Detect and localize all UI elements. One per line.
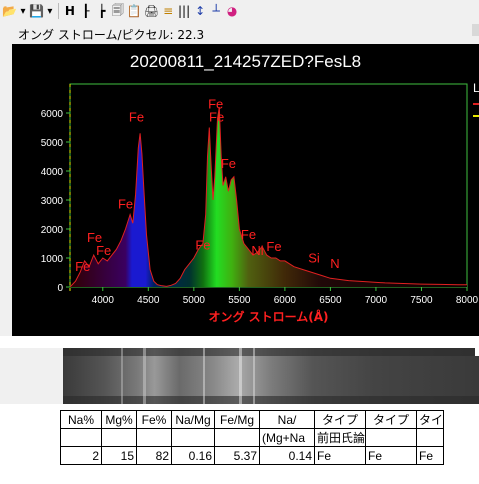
table-header-row: Na%Mg%Fe%Na/MgFe/MgNa/タイプタイプタイプ [60, 410, 444, 429]
chart-svg: 0 1000 2000 3000 4000 5000 6000 4000 4500 5000 550… [41, 81, 479, 324]
results-table: Na%Mg%Fe%Na/MgFe/MgNa/タイプタイプタイプ (Mg+Na前田… [60, 410, 444, 465]
table-cell: 5.37 [214, 446, 260, 465]
column-header [136, 428, 172, 447]
y-tick-label: 1000 [41, 254, 64, 265]
toolbar: 📂 ▾ 💾 ▾ H ┠ ┢ 🗐 📋 🖨 ≡ ||| ↕ ┴ ◕ [0, 0, 479, 22]
x-tick-label: 7500 [410, 295, 433, 306]
annotation-label: Ni [251, 243, 263, 258]
x-tick-label: 6500 [319, 295, 342, 306]
save-icon[interactable]: 💾 [29, 2, 44, 20]
table-subheader-row: (Mg+Na前田氏論文 [60, 428, 444, 447]
annotation-label: Fe [118, 197, 133, 212]
column-header [60, 428, 102, 447]
column-header: 前田氏論文 [314, 428, 366, 447]
annotation-label: Fe [96, 243, 111, 258]
column-header: Fe/Mg [214, 410, 260, 429]
paste-icon[interactable]: 📋 [127, 2, 142, 20]
x-axis-label: オング ストローム(Å) [208, 309, 328, 324]
h-marker-icon[interactable]: H [63, 2, 77, 20]
x-tick-label: 5500 [228, 295, 251, 306]
x-tick-label: 8000 [456, 295, 479, 306]
column-header: タイプ [314, 410, 366, 429]
angstrom-per-pixel-label: オング ストローム/ピクセル: 22.3 [18, 28, 205, 42]
column-header: Fe% [136, 410, 172, 429]
legend-label: L [473, 81, 479, 95]
spectrum-plot: 20200811_214257ZED?FesL8 0 1000 2000 3000 40… [12, 44, 479, 336]
column-header [416, 428, 444, 447]
annotation-label: Si [308, 250, 320, 265]
column-header [101, 428, 137, 447]
copy-icon[interactable]: 🗐 [111, 2, 125, 20]
table-row: 2 15 82 0.16 5.37 0.14 Fe Fe Fe [60, 446, 444, 465]
x-tick-label: 6000 [274, 295, 297, 306]
annotation-label: Fe [241, 227, 256, 242]
table-cell: 15 [101, 446, 137, 465]
baseline-icon[interactable]: ┴ [209, 2, 223, 20]
x-tick-label: 7000 [365, 295, 388, 306]
save-dropdown-icon[interactable]: ▾ [46, 2, 54, 20]
column-header [365, 428, 417, 447]
vertical-range-icon[interactable]: ↕ [193, 2, 207, 20]
column-header: Na/ [259, 410, 315, 429]
annotation-label: Fe [209, 110, 224, 125]
open-dropdown-icon[interactable]: ▾ [19, 2, 27, 20]
y-tick-label: 4000 [41, 167, 64, 178]
calibrate-icon[interactable]: ≡ [161, 2, 175, 20]
y-tick-label: 0 [57, 283, 63, 294]
toolbar-separator [57, 3, 59, 19]
x-tick-label: 5000 [183, 295, 206, 306]
table-cell: 0.14 [259, 446, 315, 465]
table-cell: 0.16 [171, 446, 215, 465]
column-header [214, 428, 260, 447]
table-cell: 2 [60, 446, 102, 465]
annotation-label: Fe [75, 259, 90, 274]
x-tick-label: 4000 [92, 295, 115, 306]
bars-icon[interactable]: ||| [177, 2, 191, 20]
table-cell: Fe [314, 446, 366, 465]
scrollbar-stub[interactable] [472, 24, 479, 36]
spectrum-image [63, 348, 479, 404]
column-header: Na/Mg [171, 410, 215, 429]
peak-mark-icon[interactable]: ┠ [79, 2, 93, 20]
column-header: タイプ [365, 410, 417, 429]
annotation-label: Fe [266, 239, 281, 254]
y-tick-label: 6000 [41, 109, 64, 120]
line-split-icon[interactable]: ┢ [95, 2, 109, 20]
print-icon[interactable]: 🖨 [144, 2, 159, 20]
annotation-label: Fe [221, 156, 236, 171]
column-header: Mg% [101, 410, 137, 429]
column-header [171, 428, 215, 447]
y-tick-label: 5000 [41, 138, 64, 149]
x-tick-label: 4500 [137, 295, 160, 306]
table-cell: Fe [416, 446, 444, 465]
divider [0, 336, 479, 348]
annotation-label: N [330, 256, 339, 271]
annotation-label: Fe [129, 110, 144, 125]
table-cell: Fe [365, 446, 417, 465]
y-tick-label: 3000 [41, 196, 64, 207]
column-header: (Mg+Na [259, 428, 315, 447]
table-cell: 82 [136, 446, 172, 465]
column-header: Na% [60, 410, 102, 429]
annotation-label: Fe [195, 237, 210, 252]
column-header: タイプ [416, 410, 444, 429]
open-folder-icon[interactable]: 📂 [2, 2, 17, 20]
color-wheel-icon[interactable]: ◕ [225, 2, 239, 20]
y-tick-label: 2000 [41, 225, 64, 236]
results-area: Na%Mg%Fe%Na/MgFe/MgNa/タイプタイプタイプ (Mg+Na前田… [0, 404, 479, 484]
